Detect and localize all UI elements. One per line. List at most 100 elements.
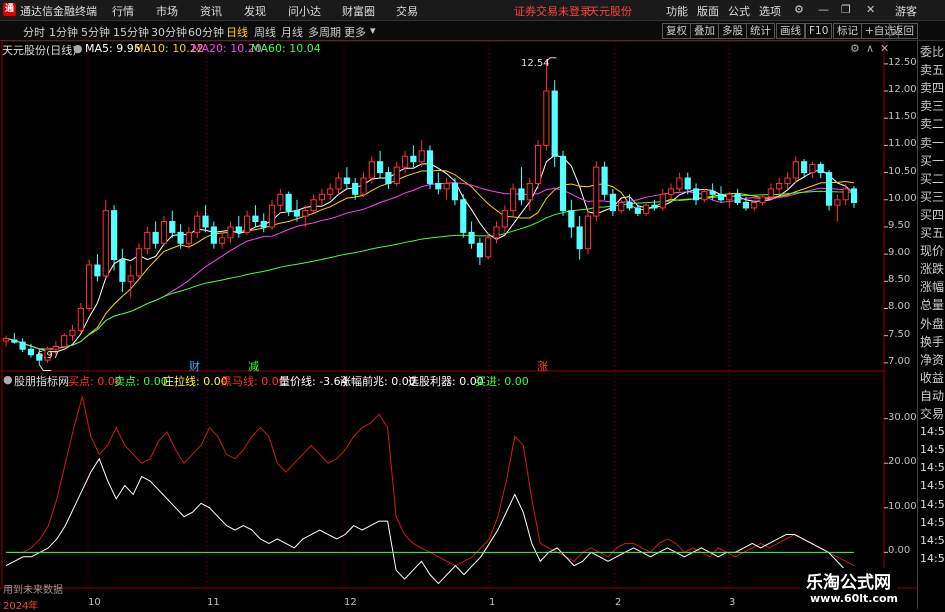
candle [609, 188, 617, 217]
biaoji-button[interactable]: 标记 [833, 23, 862, 39]
chart-settings-icon[interactable]: ⚙ [850, 42, 860, 55]
side-panel-item[interactable]: 交易 [920, 405, 944, 423]
candle-body [393, 166, 400, 184]
candle [584, 210, 592, 255]
candle-body [576, 226, 583, 250]
side-panel-item[interactable]: 外盘 [920, 315, 944, 333]
side-panel-item[interactable]: 14:56 [920, 514, 945, 532]
guest-label[interactable]: 游客 [895, 3, 917, 19]
candle-body [759, 196, 766, 203]
menu-faxian[interactable]: 发现 [244, 3, 266, 19]
period-tab-60min[interactable]: 60分钟 [188, 24, 224, 40]
huaxian-button[interactable]: 画线 [776, 23, 805, 39]
side-panel-item[interactable]: 14:55 [920, 459, 945, 477]
side-panel-item[interactable]: 现价 [920, 242, 944, 260]
period-tab-1min[interactable]: 1分钟 [49, 24, 78, 40]
period-tab-30min[interactable]: 30分钟 [151, 24, 187, 40]
indicator-tick-label: 10.00 [888, 500, 917, 512]
candle-body [825, 172, 833, 206]
side-panel-item[interactable]: 卖二 [920, 115, 944, 133]
side-panel-item[interactable]: 14:56 [920, 496, 945, 514]
candle [277, 188, 284, 211]
restore-icon[interactable]: ❐ [841, 3, 851, 16]
close-icon[interactable]: ✕ [866, 3, 875, 16]
x-axis-month-10: 10 [88, 597, 101, 608]
side-panel-item[interactable]: 净资 [920, 351, 944, 369]
menu-gongshi[interactable]: 公式 [728, 3, 750, 19]
x-axis-month-2: 2 [615, 597, 622, 608]
candle [451, 178, 459, 206]
period-tab-more[interactable]: 更多 [344, 24, 366, 40]
candle-body [593, 166, 600, 217]
event-marker-jian[interactable]: 减 [248, 358, 259, 374]
event-marker-zhang[interactable]: 涨 [537, 358, 548, 374]
diejia-button[interactable]: 叠加 [690, 23, 719, 39]
candle [2, 335, 10, 347]
chart-close-icon[interactable]: ✕ [880, 42, 889, 55]
side-panel-item[interactable]: 14:55 [920, 423, 945, 441]
period-tab-daily[interactable]: 日线 [226, 24, 248, 40]
side-panel-item[interactable]: 14:56 [920, 550, 945, 568]
menu-caifuquan[interactable]: 财富圈 [342, 3, 375, 19]
menu-hangqing[interactable]: 行情 [112, 3, 134, 19]
side-panel-item[interactable]: 收益 [920, 369, 944, 387]
candle-body [219, 237, 226, 244]
candle-body [817, 163, 824, 174]
menu-zixun[interactable]: 资讯 [200, 3, 222, 19]
side-panel-item[interactable]: 买五 [920, 224, 944, 242]
side-panel-item[interactable]: 委比 [920, 43, 944, 61]
period-tab-fenshi[interactable]: 分时 [23, 24, 45, 40]
period-toolbar: 分时 1分钟 5分钟 15分钟 30分钟 60分钟 日线 周线 月线 多周期 更… [0, 21, 945, 41]
tongji-button[interactable]: 统计 [746, 23, 775, 39]
period-tab-multi[interactable]: 多周期 [308, 24, 341, 40]
kline-chart[interactable] [0, 41, 917, 609]
candle [194, 210, 201, 238]
menu-shichang[interactable]: 市场 [156, 3, 178, 19]
side-panel-item[interactable]: 14:55 [920, 441, 945, 459]
indicator-toggle-icon[interactable]: ● [3, 373, 13, 386]
menu-xuanxiang[interactable]: 选项 [759, 3, 781, 19]
duogu-button[interactable]: 多股 [718, 23, 747, 39]
side-panel-item[interactable]: 14:56 [920, 477, 945, 495]
menu-gongneng[interactable]: 功能 [666, 3, 688, 19]
period-tab-monthly[interactable]: 月线 [281, 24, 303, 40]
menu-wenxiaoda[interactable]: 问小达 [288, 3, 321, 19]
f10-button[interactable]: F10 [805, 23, 833, 39]
period-tab-15min[interactable]: 15分钟 [113, 24, 149, 40]
fuquan-button[interactable]: 复权 [662, 23, 691, 39]
chart-collapse-icon[interactable]: ∧ [866, 42, 874, 55]
trade-login-warning[interactable]: 证券交易未登录 [514, 3, 591, 19]
side-panel-item[interactable]: 自动 [920, 387, 944, 405]
side-panel-item[interactable]: 总量 [920, 296, 944, 314]
candle [850, 186, 858, 208]
side-panel-item[interactable]: 卖五 [920, 61, 944, 79]
side-panel-item[interactable]: 14:56 [920, 532, 945, 550]
minimize-icon[interactable]: — [818, 3, 829, 16]
side-panel-item[interactable]: 涨幅 [920, 278, 944, 296]
candle [343, 167, 350, 189]
candle [385, 167, 392, 189]
candle-body [27, 348, 35, 356]
menu-jiaoyi[interactable]: 交易 [396, 3, 418, 19]
ma60-label: MA60: 10.04 [251, 42, 321, 55]
period-tab-weekly[interactable]: 周线 [254, 24, 276, 40]
event-marker-cai[interactable]: 财 [189, 358, 200, 374]
side-panel-item[interactable]: 买二 [920, 170, 944, 188]
settings-gear-icon[interactable]: ⚙ [794, 3, 804, 16]
menu-banmian[interactable]: 版面 [697, 3, 719, 19]
side-panel-item[interactable]: 买三 [920, 188, 944, 206]
side-panel-item[interactable]: 卖一 [920, 134, 944, 152]
side-panel-item[interactable]: 涨跌 [920, 260, 944, 278]
back-button[interactable]: 返回 [889, 23, 918, 39]
candle [593, 161, 600, 222]
side-panel-item[interactable]: 换手 [920, 333, 944, 351]
side-panel-item[interactable]: 卖四 [920, 79, 944, 97]
side-panel-item[interactable]: 卖三 [920, 97, 944, 115]
period-tab-5min[interactable]: 5分钟 [81, 24, 110, 40]
more-dropdown-icon[interactable]: ▾ [370, 24, 376, 37]
candle [518, 167, 525, 206]
candle-body [77, 307, 84, 331]
legend-toggle-icon[interactable]: ● [73, 42, 83, 55]
side-panel-item[interactable]: 买一 [920, 152, 944, 170]
side-panel-item[interactable]: 买四 [920, 206, 944, 224]
